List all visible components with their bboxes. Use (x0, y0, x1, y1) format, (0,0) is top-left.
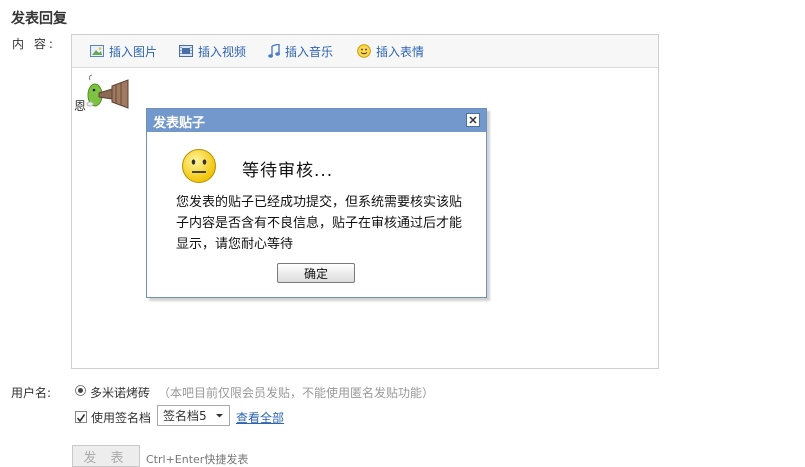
form-title: 发表回复 (11, 11, 67, 27)
neutral-face-icon (182, 149, 216, 183)
insert-emoticon-button[interactable]: 插入表情 (357, 43, 424, 59)
username-value: 多米诺烤砖 (90, 386, 151, 400)
close-icon (469, 116, 477, 124)
username-radio[interactable] (75, 385, 86, 396)
insert-emoticon-label: 插入表情 (376, 44, 425, 59)
signature-select[interactable]: 签名档5 (157, 405, 230, 426)
dialog-header: 发表贴子 (147, 109, 486, 132)
anonymous-hint: （本吧目前仅限会员发贴，不能使用匿名发贴功能） (158, 386, 435, 400)
video-icon (179, 45, 193, 57)
image-icon (90, 45, 104, 57)
insert-music-button[interactable]: 插入音乐 (268, 43, 333, 59)
submit-button[interactable]: 发 表 (72, 445, 140, 467)
content-label: 内 容: (12, 37, 56, 51)
insert-image-button[interactable]: 插入图片 (90, 43, 157, 59)
insert-video-button[interactable]: 插入视频 (179, 43, 246, 59)
smiley-icon (357, 44, 371, 58)
horn-emoticon-icon (86, 74, 129, 109)
music-note-icon (268, 44, 280, 58)
dialog-title: 发表贴子 (153, 116, 206, 131)
dialog-heading: 等待审核... (242, 161, 334, 181)
signature-checkbox-label: 使用签名档 (91, 411, 152, 425)
insert-music-label: 插入音乐 (285, 44, 334, 59)
signature-select-value: 签名档5 (163, 409, 207, 423)
editor-toolbar: 插入图片 插入视频 插入音乐 插入表情 (72, 35, 658, 68)
insert-image-label: 插入图片 (109, 44, 158, 59)
post-submitted-dialog: 发表贴子 等待审核... 您发表的贴子已经成功提交，但系统需要核实该贴子内容是否… (146, 108, 487, 298)
dialog-message: 您发表的贴子已经成功提交，但系统需要核实该贴子内容是否含有不良信息，贴子在审核通… (176, 195, 463, 252)
insert-video-label: 插入视频 (198, 44, 247, 59)
username-label: 用户名: (11, 386, 52, 400)
dialog-close-button[interactable] (466, 113, 480, 127)
signature-checkbox[interactable] (75, 411, 87, 423)
chevron-down-icon (216, 414, 223, 418)
dialog-confirm-button[interactable]: 确定 (277, 263, 355, 283)
checkmark-icon (76, 414, 86, 423)
shortcut-hint: Ctrl+Enter快捷发表 (146, 453, 249, 466)
editor-text: 恩 (74, 99, 87, 113)
view-all-signatures-link[interactable]: 查看全部 (236, 409, 284, 426)
